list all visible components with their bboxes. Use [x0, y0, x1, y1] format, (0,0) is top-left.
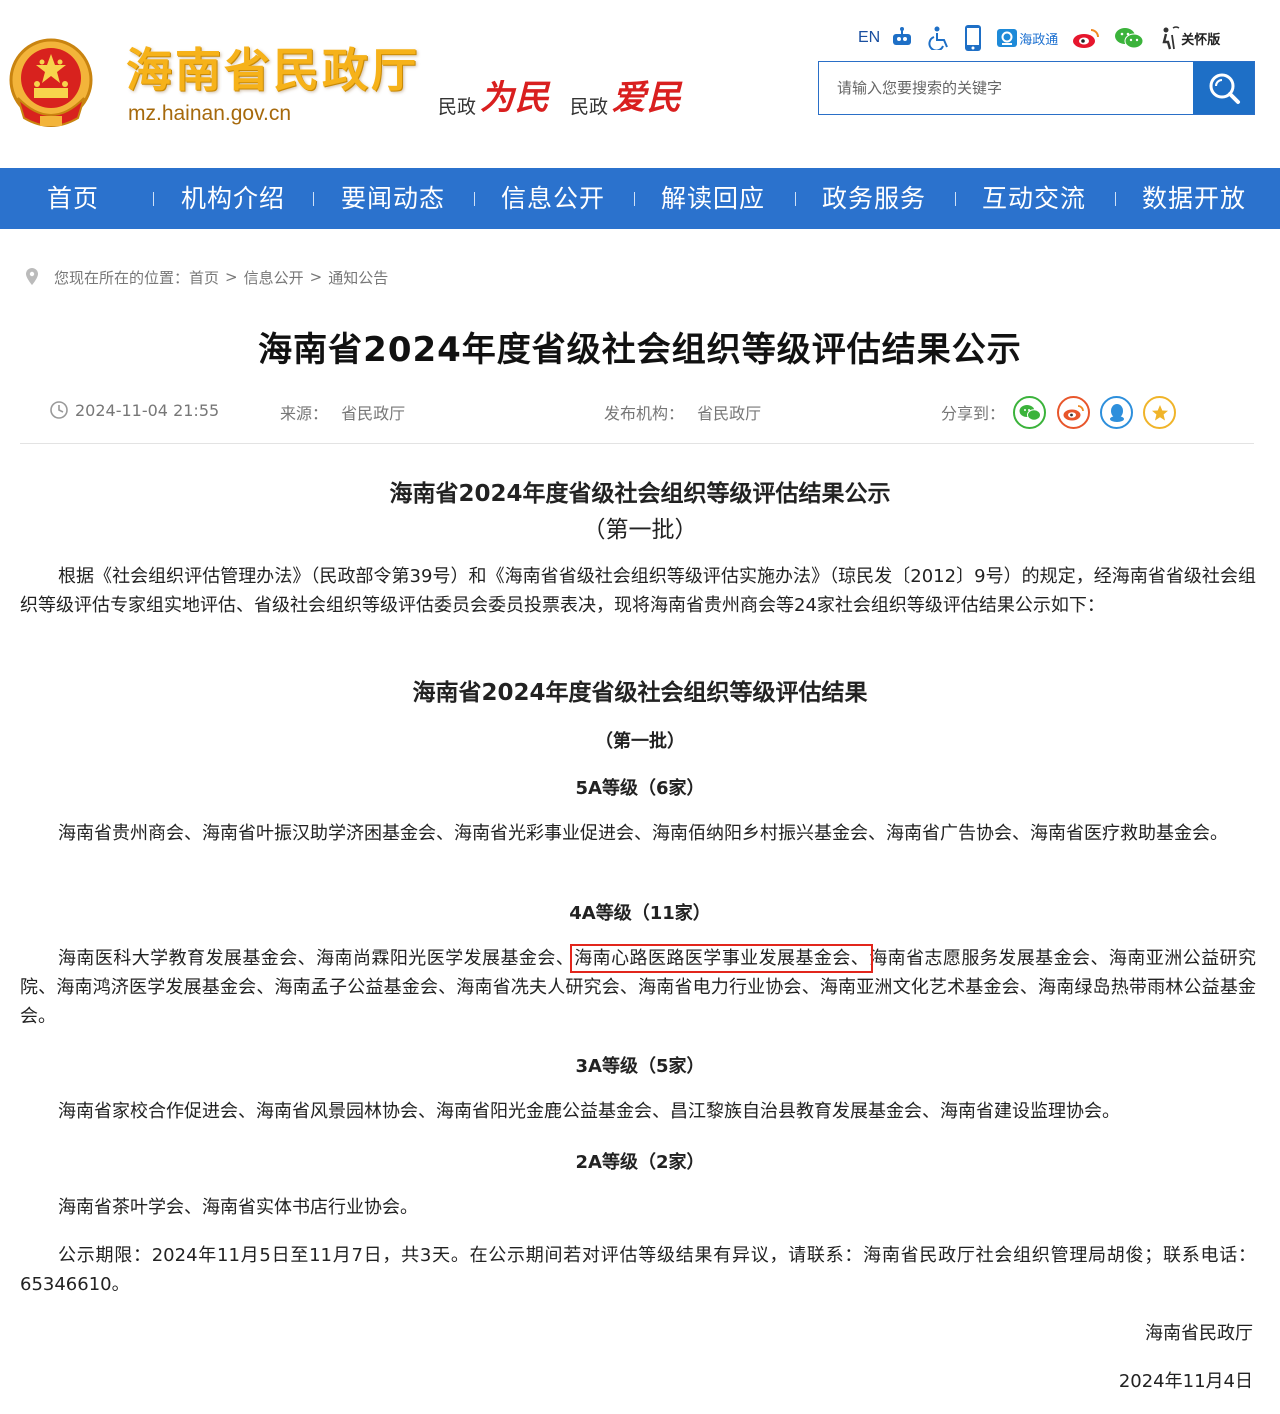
source: 来源： 省民政厅: [280, 400, 405, 424]
mobile-phone-icon: [965, 25, 982, 51]
publisher-label: 发布机构：: [604, 404, 685, 423]
nav-info-disclosure[interactable]: 信息公开: [501, 168, 605, 229]
site-header: 海南省民政厅 mz.hainan.gov.cn 民政 为民 民政 爱民 EN 海…: [0, 0, 1280, 168]
section-text-2a: 海南省茶叶学会、海南省实体书店行业协会。: [58, 1197, 418, 1218]
elder-care-icon: [1162, 26, 1180, 50]
slogan-1: 民政 为民: [438, 70, 550, 119]
share-label: 分享到：: [941, 404, 1006, 423]
search-button[interactable]: [1193, 62, 1254, 114]
elder-care-button[interactable]: 关怀版: [1158, 20, 1220, 56]
wechat-icon: [1115, 28, 1144, 49]
robot-button[interactable]: [890, 20, 914, 56]
share-weibo-button[interactable]: [1057, 396, 1090, 429]
search-icon: [1209, 73, 1240, 104]
nav-divider: [634, 192, 635, 206]
top-toolbar: EN 海政通 关怀版: [858, 20, 1248, 56]
wechat-share-icon: [1019, 404, 1041, 421]
national-emblem-logo[interactable]: [4, 36, 98, 132]
robot-icon: [893, 27, 912, 45]
body-title: 海南省2024年度省级社会组织等级评估结果公示: [389, 481, 891, 507]
english-link[interactable]: EN: [858, 29, 880, 47]
source-value: 省民政厅: [341, 404, 406, 423]
site-domain: mz.hainan.gov.cn: [128, 102, 292, 125]
breadcrumb-separator: >: [309, 268, 323, 286]
section-text-3a: 海南省家校合作促进会、海南省风景园林协会、海南省阳光金鹿公益基金会、昌江黎族自治…: [58, 1101, 1120, 1122]
publish-date-text: 2024-11-04 21:55: [75, 400, 220, 420]
hainan-zhengtong-button[interactable]: 海政通: [996, 20, 1058, 56]
site-name[interactable]: 海南省民政厅: [126, 34, 420, 100]
weibo-icon: [1073, 29, 1100, 48]
intro-paragraph: 根据《社会组织评估管理办法》（民政部令第39号）和《海南省省级社会组织等级评估实…: [20, 566, 1256, 616]
slogan-1-small: 民政: [438, 96, 477, 118]
highlighted-organization: 海南心路医路医学事业发展基金会、: [570, 944, 874, 973]
slogan-1-big: 为民: [480, 78, 551, 118]
section-heading-2a: 2A等级（2家）: [575, 1152, 705, 1173]
location-pin-icon: [26, 268, 38, 285]
signature-org: 海南省民政厅: [1145, 1323, 1253, 1344]
slogan-2: 民政 爱民: [570, 70, 682, 119]
nav-interaction[interactable]: 互动交流: [982, 168, 1086, 229]
nav-divider: [313, 192, 314, 206]
search-box: [818, 61, 1255, 115]
nav-services[interactable]: 政务服务: [822, 168, 926, 229]
nav-about[interactable]: 机构介绍: [181, 168, 285, 229]
nav-divider: [1115, 192, 1116, 206]
accessibility-button[interactable]: [928, 20, 950, 56]
accessibility-icon: [928, 26, 949, 50]
clock-icon: [50, 401, 68, 419]
nav-divider: [955, 192, 956, 206]
nav-home[interactable]: 首页: [47, 168, 99, 229]
elder-care-label: 关怀版: [1181, 32, 1221, 48]
section-text-4a: 海南医科大学教育发展基金会、海南尚霖阳光医学发展基金会、海南心路医路医学事业发展…: [20, 944, 1256, 1031]
main-nav: 首页 机构介绍 要闻动态 信息公开 解读回应 政务服务 互动交流 数据开放: [0, 168, 1280, 229]
page-title: 海南省2024年度省级社会组织等级评估结果公示: [258, 330, 1022, 370]
slogans: 民政 为民 民政 爱民: [438, 70, 702, 119]
weibo-share-icon: [1063, 404, 1084, 420]
nav-open-data[interactable]: 数据开放: [1142, 168, 1246, 229]
section-heading-3a: 3A等级（5家）: [575, 1056, 705, 1077]
breadcrumb-home[interactable]: 首页: [189, 267, 219, 288]
favorite-star-icon: [1151, 404, 1168, 420]
wechat-button[interactable]: [1114, 20, 1144, 56]
signature-date: 2024年11月4日: [1118, 1371, 1253, 1392]
results-title: 海南省2024年度省级社会组织等级评估结果: [412, 680, 868, 706]
share-wechat-button[interactable]: [1013, 396, 1046, 429]
results-subtitle: （第一批）: [595, 731, 685, 752]
meta-divider: [20, 443, 1254, 444]
hainan-zhengtong-label: 海政通: [1019, 32, 1059, 48]
section-text-4a-before: 海南医科大学教育发展基金会、海南尚霖阳光医学发展基金会、: [58, 948, 575, 969]
slogan-2-small: 民政: [570, 96, 609, 118]
share-qq-button[interactable]: [1100, 396, 1133, 429]
nav-divider: [795, 192, 796, 206]
notice-paragraph: 公示期限：2024年11月5日至11月7日，共3天。在公示期间若对评估等级结果有…: [20, 1245, 1256, 1295]
breadcrumb: 您现在所在的位置： 首页 > 信息公开 > 通知公告: [24, 266, 388, 288]
mobile-button[interactable]: [964, 20, 982, 56]
publisher: 发布机构： 省民政厅: [604, 400, 761, 424]
qq-share-icon: [1109, 403, 1124, 422]
breadcrumb-notices[interactable]: 通知公告: [328, 267, 388, 288]
hainan-zhengwu-app-icon: [997, 29, 1018, 47]
section-heading-5a: 5A等级（6家）: [575, 778, 705, 799]
body-subtitle: （第一批）: [582, 517, 698, 543]
breadcrumb-info-disclosure[interactable]: 信息公开: [244, 267, 304, 288]
search-input[interactable]: [819, 62, 1193, 114]
article-meta: 2024-11-04 21:55 来源： 省民政厅 发布机构： 省民政厅 分享到…: [0, 396, 1280, 429]
breadcrumb-separator: >: [225, 268, 238, 286]
source-label: 来源：: [280, 404, 329, 423]
section-heading-4a: 4A等级（11家）: [569, 903, 711, 924]
nav-divider: [153, 192, 154, 206]
share-favorite-button[interactable]: [1143, 396, 1176, 429]
slogan-2-big: 爱民: [612, 78, 683, 118]
nav-divider: [474, 192, 475, 206]
publisher-value: 省民政厅: [697, 404, 762, 423]
section-text-5a: 海南省贵州商会、海南省叶振汉助学济困基金会、海南省光彩事业促进会、海南佰纳阳乡村…: [58, 823, 1228, 844]
breadcrumb-prefix: 您现在所在的位置：: [54, 268, 190, 287]
weibo-button[interactable]: [1072, 20, 1100, 56]
nav-interpretation[interactable]: 解读回应: [661, 168, 765, 229]
publish-date: 2024-11-04 21:55: [49, 400, 219, 420]
nav-news[interactable]: 要闻动态: [341, 168, 445, 229]
